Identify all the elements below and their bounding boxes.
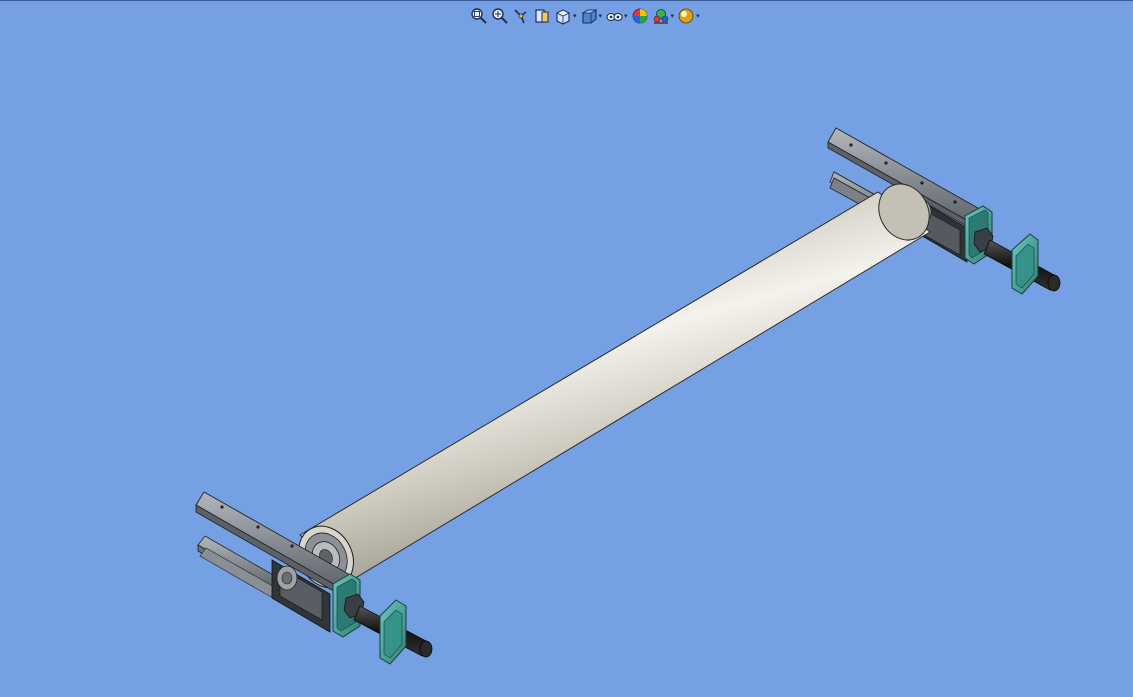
apply-scene-icon bbox=[653, 9, 668, 24]
previous-view-button[interactable] bbox=[512, 5, 530, 27]
zoom-to-fit-button[interactable] bbox=[470, 5, 488, 27]
edit-appearance-button[interactable] bbox=[631, 5, 649, 27]
section-view-button[interactable] bbox=[533, 5, 551, 27]
section-view-icon bbox=[535, 9, 549, 23]
view-orientation-dropdown-icon[interactable]: ▾ bbox=[573, 12, 577, 20]
display-style-button[interactable]: ▾ bbox=[580, 5, 603, 27]
view-orientation-icon bbox=[556, 9, 570, 25]
view-settings-icon bbox=[678, 8, 694, 24]
previous-view-icon bbox=[514, 9, 527, 24]
view-settings-dropdown-icon[interactable]: ▾ bbox=[696, 12, 700, 20]
edit-appearance-icon bbox=[632, 8, 647, 24]
apply-scene-dropdown-icon[interactable]: ▾ bbox=[671, 12, 675, 20]
zoom-to-area-icon bbox=[492, 8, 508, 24]
roller-assembly-model[interactable] bbox=[0, 0, 1133, 697]
hide-show-items-dropdown-icon[interactable]: ▾ bbox=[624, 12, 628, 20]
zoom-to-fit-icon bbox=[471, 8, 487, 24]
display-style-dropdown-icon[interactable]: ▾ bbox=[599, 12, 603, 20]
apply-scene-button[interactable]: ▾ bbox=[652, 5, 675, 27]
view-settings-button[interactable]: ▾ bbox=[677, 5, 700, 27]
graphics-area[interactable]: ▾ ▾ ▾ ▾ ▾ bbox=[0, 0, 1133, 697]
hide-show-items-icon bbox=[606, 12, 623, 22]
zoom-to-area-button[interactable] bbox=[491, 5, 509, 27]
display-style-icon bbox=[581, 9, 597, 24]
hide-show-items-button[interactable]: ▾ bbox=[605, 5, 628, 27]
roller-tube[interactable] bbox=[288, 175, 939, 597]
view-orientation-button[interactable]: ▾ bbox=[554, 5, 577, 27]
heads-up-view-toolbar: ▾ ▾ ▾ ▾ ▾ bbox=[470, 4, 703, 28]
